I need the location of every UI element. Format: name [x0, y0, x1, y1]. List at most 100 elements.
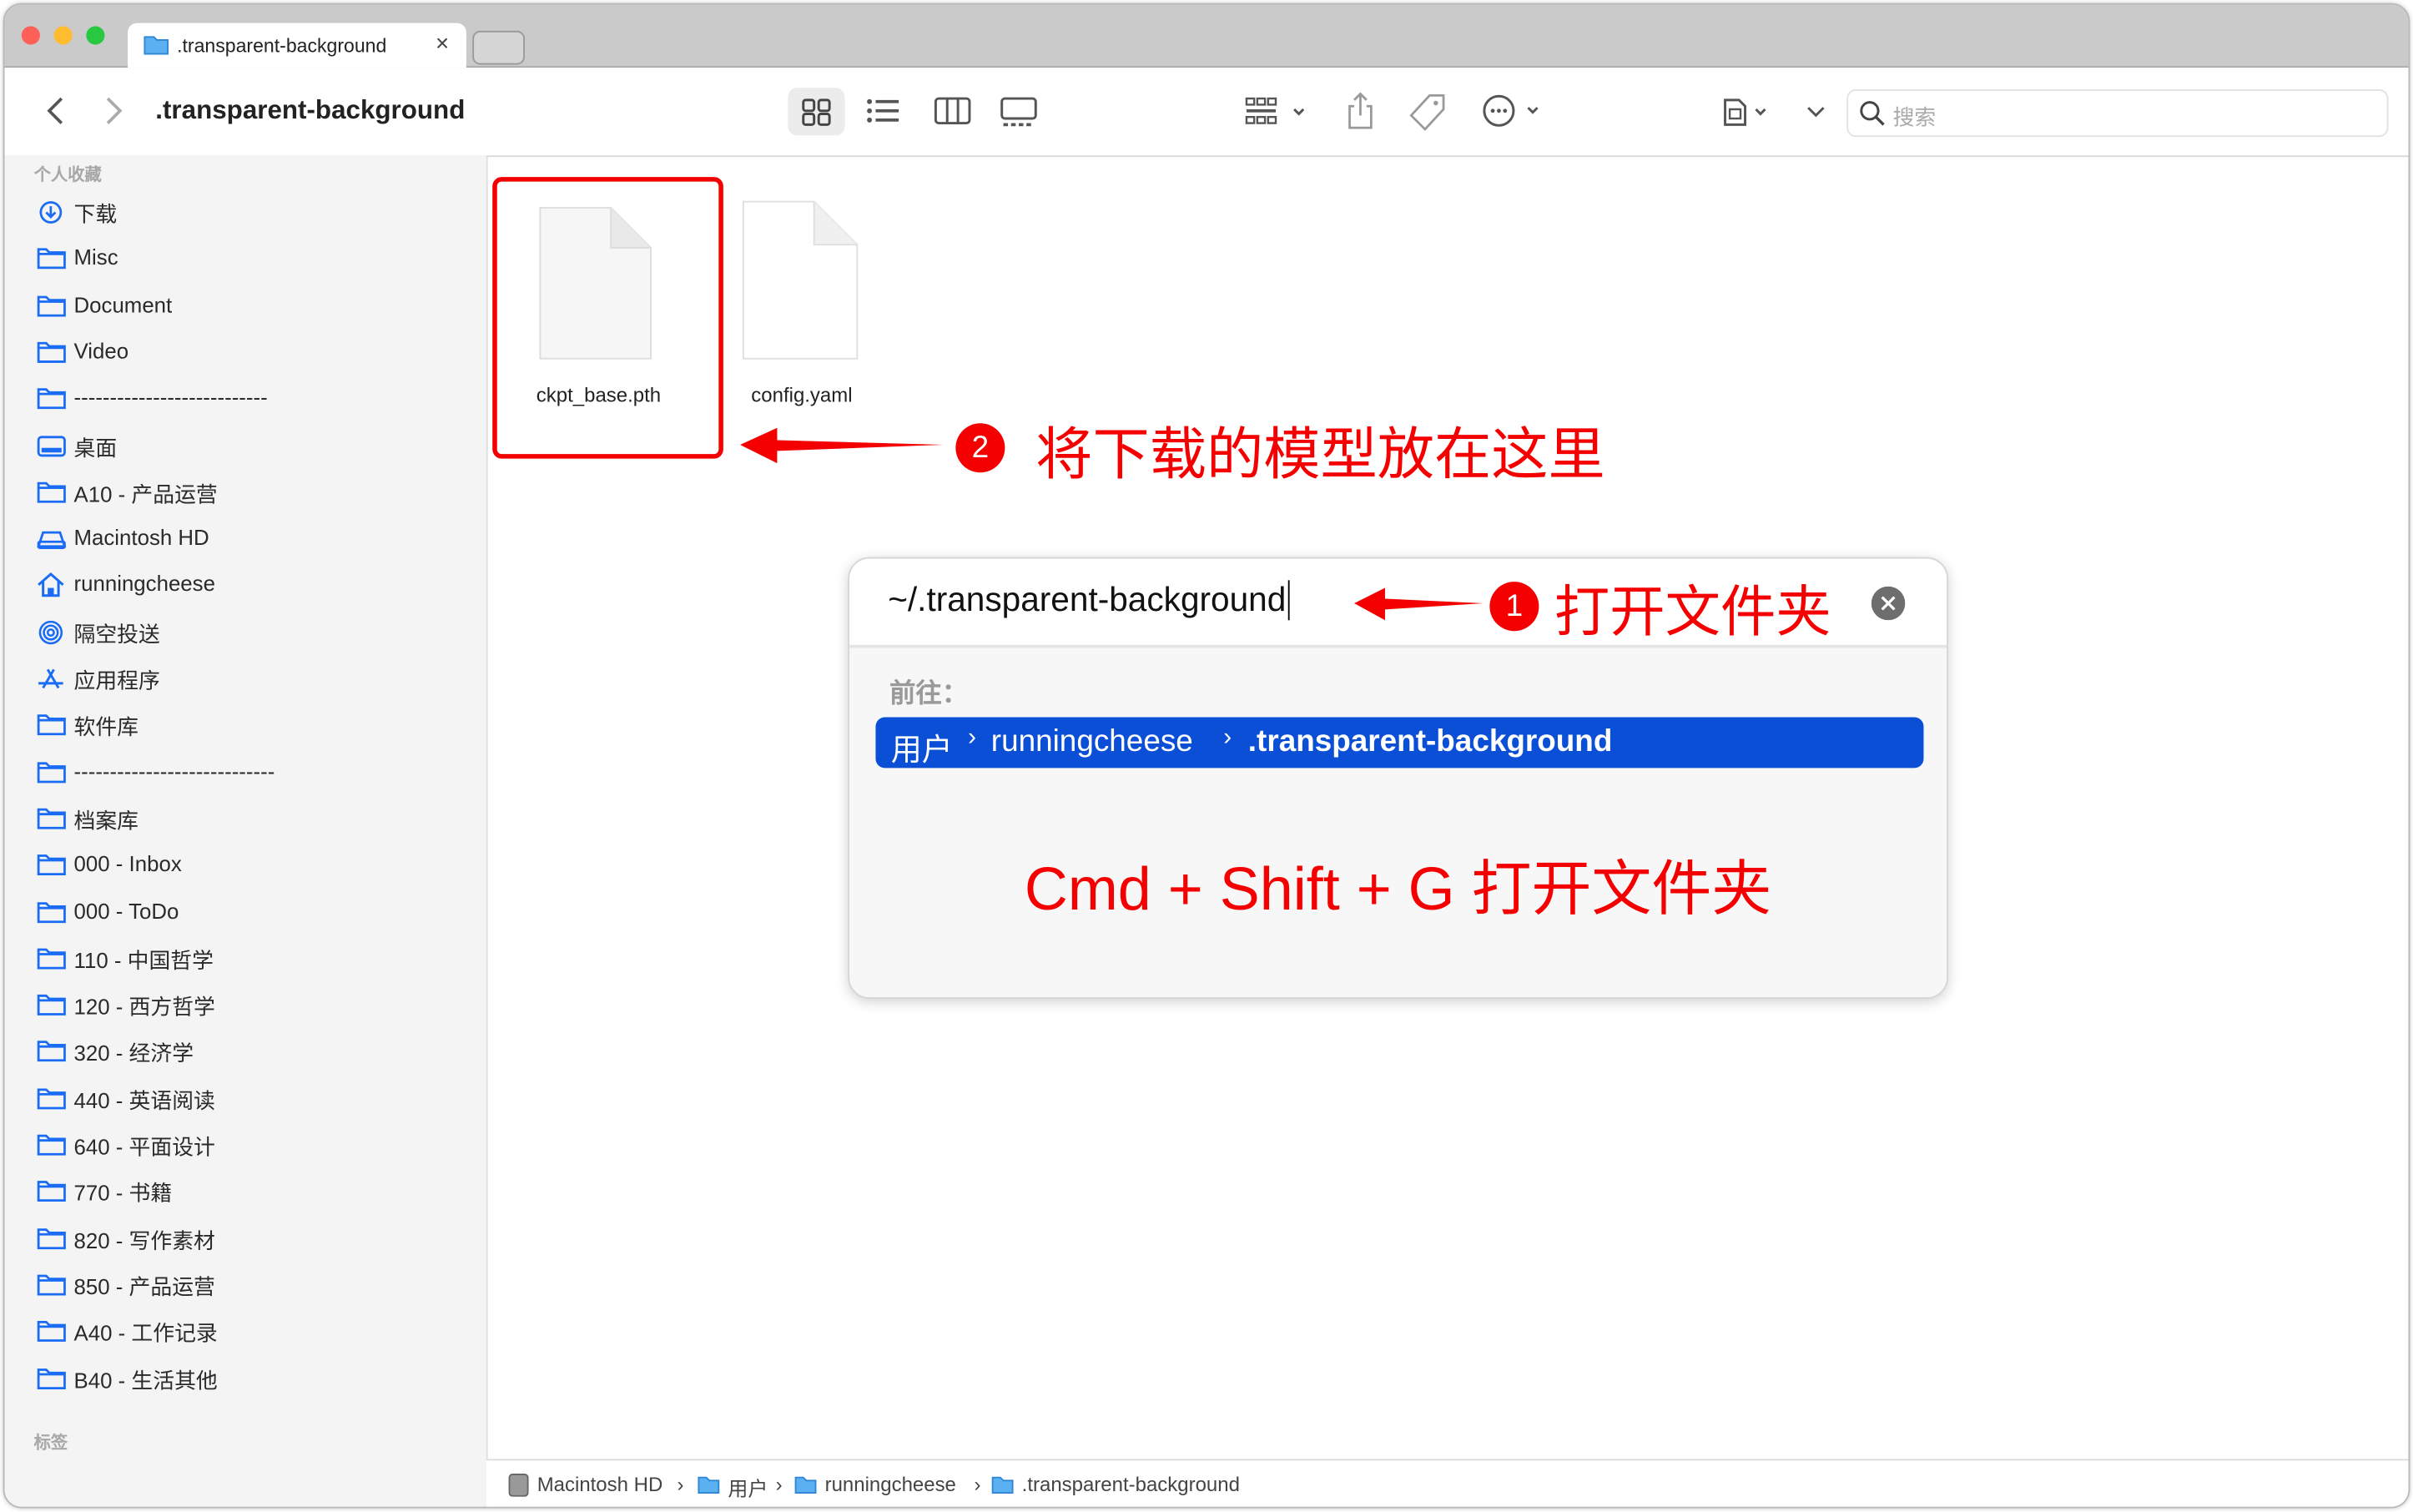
sidebar-item[interactable]: 320 - 经济学: [34, 1031, 481, 1074]
sidebar-item[interactable]: Video: [34, 330, 481, 374]
clear-input-icon[interactable]: [1871, 586, 1906, 621]
folder-icon: [37, 1368, 66, 1389]
path-seg[interactable]: .transparent-background: [1022, 1473, 1240, 1496]
sidebar-item[interactable]: Macintosh HD: [34, 517, 481, 561]
hard-disk-icon: [508, 1474, 529, 1497]
home-folder-icon: [794, 1476, 817, 1494]
home-icon: [38, 572, 64, 597]
zoom-window-button[interactable]: [86, 26, 105, 45]
sidebar-item-label: 850 - 产品运营: [73, 1273, 215, 1299]
sidebar-item[interactable]: 档案库: [34, 797, 481, 840]
sidebar-item[interactable]: 770 - 书籍: [34, 1170, 481, 1213]
sidebar-item[interactable]: 440 - 英语阅读: [34, 1076, 481, 1120]
folder-title: .transparent-background: [155, 95, 466, 125]
sidebar-item[interactable]: 应用程序: [34, 658, 481, 701]
folder-icon: [144, 36, 169, 55]
sidebar-item[interactable]: 软件库: [34, 703, 481, 747]
sidebar-item-label: 桌面: [73, 435, 118, 460]
sidebar-item-label: Macintosh HD: [73, 525, 209, 550]
sidebar-item[interactable]: 隔空投送: [34, 611, 481, 654]
sidebar-item[interactable]: runningcheese: [34, 564, 481, 607]
folder-icon: [37, 1134, 66, 1156]
sidebar: 个人收藏 下载 Misc Document Video ----------------…: [4, 155, 488, 1507]
folder-icon: [37, 1181, 66, 1202]
tag-icon[interactable]: [1408, 93, 1448, 133]
hard-disk-icon: [37, 531, 67, 550]
toolbar: .transparent-background 搜索: [4, 68, 2409, 158]
file-item-ckpt[interactable]: ckpt_base.pth: [479, 202, 710, 417]
sidebar-item-label: Misc: [73, 244, 118, 270]
sidebar-item-label: 820 - 写作素材: [73, 1227, 215, 1252]
sidebar-item-label: Video: [73, 338, 129, 364]
sidebar-item[interactable]: Misc: [34, 238, 481, 281]
sidebar-item[interactable]: ----------------------------: [34, 750, 481, 794]
sidebar-item-label: A40 - 工作记录: [73, 1320, 218, 1346]
path-input-area: ~/.transparent-background 1 打开文件夹: [849, 558, 1947, 648]
list-view-icon[interactable]: [866, 98, 900, 123]
chevron-right-icon[interactable]: [103, 95, 125, 126]
sidebar-item[interactable]: A10 - 产品运营: [34, 471, 481, 514]
sidebar-item-label: 000 - Inbox: [73, 851, 182, 876]
tab-close-icon[interactable]: ×: [436, 31, 449, 57]
sidebar-item[interactable]: Document: [34, 284, 481, 327]
tab-transparent-background[interactable]: .transparent-background ×: [128, 23, 466, 68]
icon-view-button[interactable]: [788, 88, 845, 136]
folder-icon: [37, 481, 66, 503]
sidebar-item-label: ---------------------------: [73, 385, 268, 410]
sidebar-item-label: B40 - 生活其他: [73, 1367, 218, 1393]
sidebar-item-label: runningcheese: [73, 571, 215, 597]
sidebar-item[interactable]: 000 - ToDo: [34, 890, 481, 934]
search-field[interactable]: 搜索: [1846, 88, 2389, 138]
chevron-left-icon[interactable]: [44, 95, 66, 126]
path-bar: Macintosh HD › 用户 › runningcheese › .tra…: [486, 1459, 2409, 1507]
sidebar-item-label: 下载: [73, 201, 118, 227]
path-seg[interactable]: 用户: [728, 1473, 768, 1502]
step-2-annotation: 将下载的模型放在这里: [1035, 423, 1605, 486]
new-tab-button[interactable]: [472, 30, 525, 65]
folder-icon: [37, 1087, 66, 1109]
sidebar-item[interactable]: 850 - 产品运营: [34, 1263, 481, 1307]
tags-header: 标签: [33, 1434, 68, 1454]
close-window-button[interactable]: [21, 26, 40, 45]
icon-view-icon: [802, 98, 831, 126]
desktop-icon: [37, 435, 66, 456]
minimize-window-button[interactable]: [53, 26, 73, 45]
sidebar-item[interactable]: 下载: [34, 191, 481, 234]
folder-icon: [37, 295, 66, 316]
sidebar-item[interactable]: 110 - 中国哲学: [34, 937, 481, 980]
column-view-icon[interactable]: [934, 97, 971, 125]
more-icon[interactable]: [1482, 94, 1546, 129]
sidebar-item[interactable]: 120 - 西方哲学: [34, 984, 481, 1027]
file-name: ckpt_base.pth: [536, 383, 662, 406]
group-icon[interactable]: [1245, 95, 1312, 129]
sidebar-item-label: 隔空投送: [73, 621, 160, 647]
sidebar-item-label: A10 - 产品运营: [73, 481, 218, 507]
sidebar-item-label: 软件库: [73, 714, 139, 739]
folder-icon: [37, 1321, 66, 1343]
folder-icon: [37, 1274, 66, 1296]
sidebar-item[interactable]: 640 - 平面设计: [34, 1123, 481, 1167]
sidebar-item[interactable]: A40 - 工作记录: [34, 1310, 481, 1353]
finder-window: .transparent-background × .transparent-b…: [3, 3, 2410, 1509]
path-input[interactable]: ~/.transparent-background: [888, 580, 1289, 621]
chevron-down-icon[interactable]: [1805, 104, 1826, 119]
gallery-view-icon[interactable]: [1000, 97, 1037, 128]
suggestion-row[interactable]: 用户 › runningcheese › .transparent-backgr…: [875, 717, 1924, 769]
folder-icon: [37, 388, 66, 410]
folder-icon: [37, 1041, 66, 1062]
step-1-annotation: 打开文件夹: [1554, 580, 1831, 643]
sidebar-item-label: 档案库: [73, 808, 139, 833]
new-folder-icon[interactable]: [1722, 97, 1775, 128]
sidebar-item[interactable]: B40 - 生活其他: [34, 1357, 481, 1400]
sidebar-item[interactable]: 000 - Inbox: [34, 844, 481, 887]
file-item-config[interactable]: config.yaml: [687, 200, 918, 417]
go-to-folder-dialog: ~/.transparent-background 1 打开文件夹 前往： 用户…: [848, 557, 1948, 1000]
path-seg[interactable]: runningcheese: [825, 1473, 956, 1496]
path-seg[interactable]: Macintosh HD: [537, 1473, 663, 1496]
sidebar-item-label: 770 - 书籍: [73, 1181, 173, 1206]
suggestion-seg: runningcheese: [990, 724, 1193, 759]
sidebar-item[interactable]: 820 - 写作素材: [34, 1217, 481, 1260]
sidebar-item[interactable]: 桌面: [34, 424, 481, 467]
sidebar-item[interactable]: ---------------------------: [34, 377, 481, 421]
share-icon[interactable]: [1345, 91, 1376, 131]
